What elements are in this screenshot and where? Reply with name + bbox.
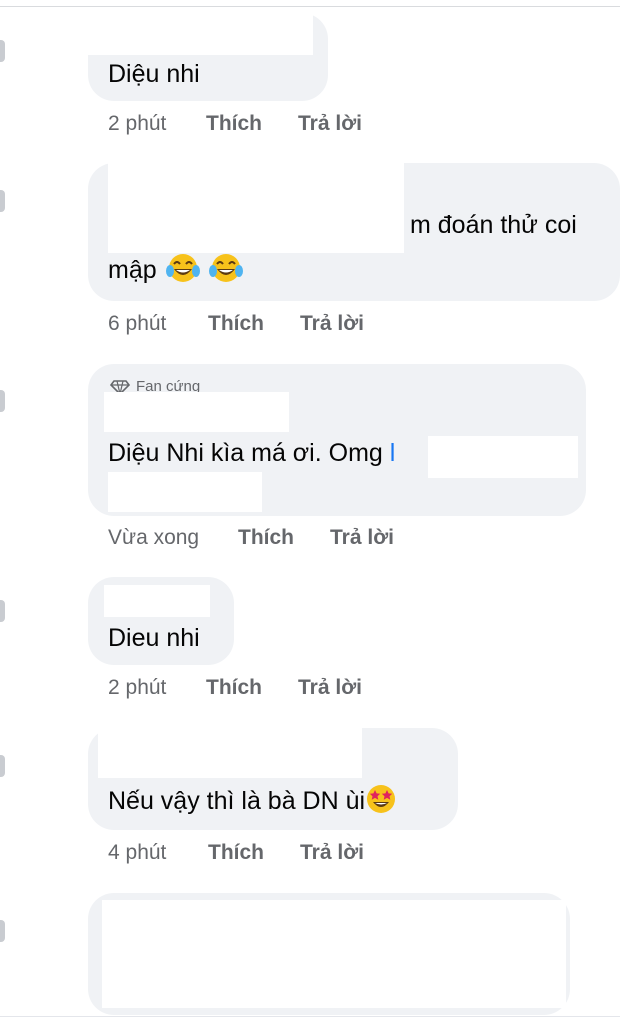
avatar[interactable] — [0, 920, 5, 942]
comment-text: Dieu nhi — [108, 624, 200, 652]
like-button[interactable]: Thích — [206, 675, 262, 701]
comment-text-line-2: mập — [108, 253, 243, 292]
avatar[interactable] — [0, 390, 5, 412]
comment-time: Vừa xong — [108, 526, 200, 549]
redacted-name — [104, 392, 289, 432]
bottom-divider — [0, 1016, 620, 1017]
avatar[interactable] — [0, 40, 5, 62]
comment-text: Nếu vậy thì là bà DN ùi — [108, 787, 366, 815]
reply-button[interactable]: Trả lời — [300, 311, 364, 337]
like-button[interactable]: Thích — [208, 840, 264, 866]
top-divider — [0, 6, 620, 7]
comment-time: 4 phút — [108, 841, 167, 864]
redacted-name — [98, 728, 362, 778]
reply-button[interactable]: Trả lời — [298, 111, 362, 137]
reply-button[interactable]: Trả lời — [330, 525, 394, 551]
avatar[interactable] — [0, 600, 5, 622]
redacted-name — [108, 163, 404, 253]
like-button[interactable]: Thích — [208, 311, 264, 337]
tears-of-joy-icon — [165, 253, 200, 292]
comment-text-line: Nếu vậy thì là bà DN ùi — [108, 784, 397, 823]
mention-link[interactable]: l — [390, 439, 396, 467]
comment-text: mập — [108, 256, 157, 284]
comment-time: 2 phút — [108, 676, 167, 699]
avatar[interactable] — [0, 755, 5, 777]
comment-text-line-1: m đoán thử coi — [410, 211, 577, 239]
comment-text: Diệu nhi — [108, 60, 200, 88]
avatar[interactable] — [0, 190, 5, 212]
reply-button[interactable]: Trả lời — [298, 675, 362, 701]
tears-of-joy-icon — [208, 253, 243, 292]
redacted-mention — [428, 436, 578, 478]
redacted-name — [104, 585, 210, 617]
like-button[interactable]: Thích — [238, 525, 294, 551]
comment-time: 6 phút — [108, 312, 167, 335]
comment-time: 2 phút — [108, 112, 167, 135]
star-struck-icon — [365, 784, 397, 823]
reply-button[interactable]: Trả lời — [300, 840, 364, 866]
comment-text: Diệu Nhi kìa má ơi. Omg — [108, 439, 383, 467]
like-button[interactable]: Thích — [206, 111, 262, 137]
redacted-mention — [108, 472, 262, 512]
comment-text-line-1: Diệu Nhi kìa má ơi. Omg l — [108, 436, 395, 470]
redacted-comment — [102, 900, 566, 1008]
redacted-name — [88, 13, 313, 55]
